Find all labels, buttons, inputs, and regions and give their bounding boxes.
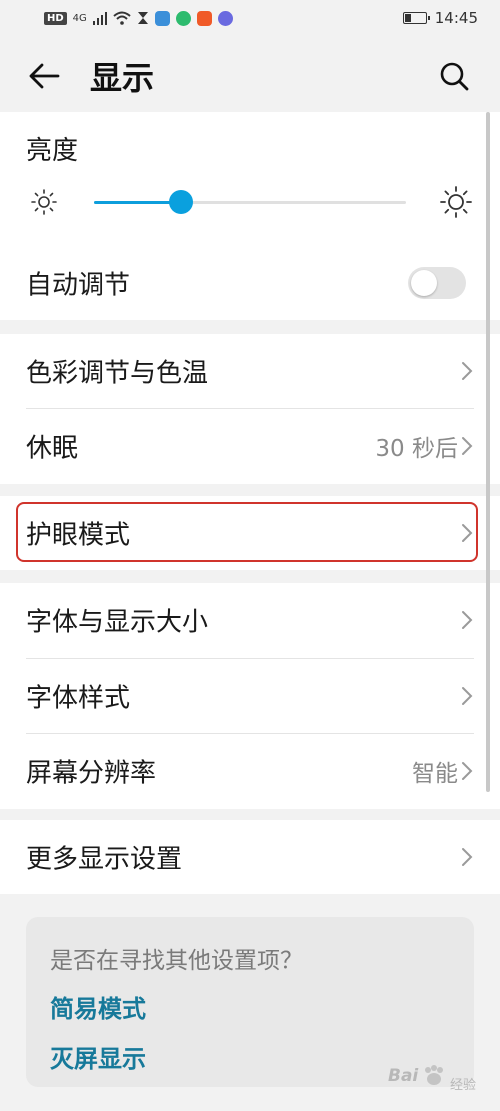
auto-adjust-row[interactable]: 自动调节 [0,246,500,320]
status-icons-right: 14:45 [402,9,478,27]
search-button[interactable] [432,54,476,98]
watermark-logo: Bai 经验 [384,1058,494,1098]
chevron-right-icon [462,437,473,455]
battery-icon [402,12,430,24]
chevron-right-icon [462,611,473,629]
app-header: 显示 [0,36,500,112]
scrollbar[interactable] [486,112,490,792]
suggestions-title: 是否在寻找其他设置项？ [50,948,303,974]
hd-badge: HD [44,11,67,25]
brightness-low-icon [31,189,57,215]
toggle-knob [411,270,437,296]
wifi-icon [113,11,131,25]
screen-resolution-row[interactable]: 屏幕分辨率 智能 [0,734,500,808]
row-value: 智能 [412,761,458,787]
sleep-row[interactable]: 休眠 30 秒后 [0,409,500,483]
row-label: 字体与显示大小 [26,607,209,638]
status-bar: HD 4G 14:45 [0,0,500,36]
hourglass-icon [137,12,148,24]
screen-off-display-link[interactable]: 灭屏显示 [50,1039,146,1074]
auto-adjust-label: 自动调节 [26,270,131,301]
font-style-row[interactable]: 字体样式 [0,659,500,733]
back-arrow-icon [29,63,60,89]
status-time: 14:45 [434,9,478,27]
signal-icon [92,12,107,25]
auto-adjust-toggle[interactable] [408,267,466,299]
brightness-card: 亮度 自动调节 [0,112,500,320]
chevron-right-icon [462,848,473,866]
simple-mode-link[interactable]: 简易模式 [50,989,146,1024]
app-notification-icon [217,10,233,26]
row-label: 色彩调节与色温 [26,358,209,389]
color-temperature-row[interactable]: 色彩调节与色温 [0,334,500,408]
row-label: 更多显示设置 [26,844,183,875]
brightness-high-icon [440,186,472,218]
row-label: 字体样式 [26,683,131,714]
brightness-slider-fill [94,201,182,204]
chevron-right-icon [462,687,473,705]
font-display-card: 字体与显示大小 字体样式 屏幕分辨率 智能 [0,583,500,809]
app-notification-icon [175,10,191,26]
app-notification-icon [154,10,170,26]
network-type: 4G [72,12,87,24]
page-title: 显示 [90,59,155,97]
highlight-box [16,502,478,562]
more-settings-card: 更多显示设置 [0,820,500,894]
app-notification-icon [196,10,212,26]
brightness-label: 亮度 [26,136,79,166]
font-display-size-row[interactable]: 字体与显示大小 [0,583,500,657]
row-value: 30 秒后 [375,436,458,462]
back-button[interactable] [22,54,66,98]
search-icon [440,62,469,91]
watermark-brand: Bai [388,1066,419,1086]
more-display-settings-row[interactable]: 更多显示设置 [0,820,500,894]
chevron-right-icon [462,362,473,380]
row-label: 休眠 [26,433,79,464]
color-sleep-card: 色彩调节与色温 休眠 30 秒后 [0,334,500,484]
brightness-slider-thumb[interactable] [169,190,194,214]
status-icons-left: HD 4G [44,10,233,26]
chevron-right-icon [462,762,473,780]
paw-icon [425,1065,443,1085]
brightness-slider[interactable] [94,190,406,214]
watermark-sub: 经验 [450,1078,477,1093]
row-label: 屏幕分辨率 [26,758,157,789]
